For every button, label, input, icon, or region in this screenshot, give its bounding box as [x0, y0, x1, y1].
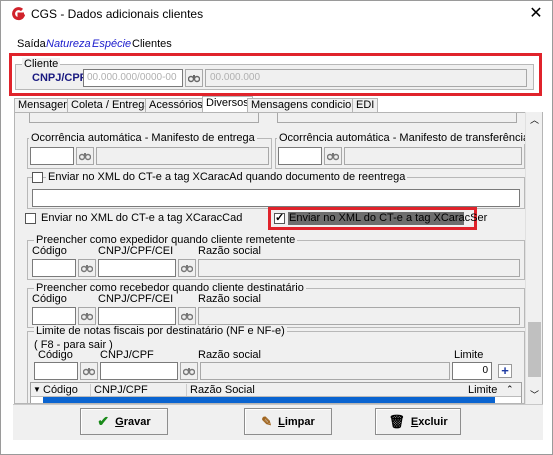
limite-cnpj-lookup[interactable] [180, 362, 198, 380]
tab-acessorios[interactable]: Acessórios [145, 98, 207, 113]
menu-clientes[interactable]: Clientes [132, 38, 172, 50]
ocorrencia-entrega-group: Ocorrência automática - Manifesto de ent… [27, 132, 272, 169]
menu-especie[interactable]: Espécie [92, 38, 131, 50]
ocorrencia-transferencia-desc [344, 147, 522, 165]
binoculars-icon [181, 313, 193, 321]
grid-col-razao[interactable]: Razão Social [186, 384, 255, 396]
xml-caracser-label[interactable]: Enviar no XML do CT-e a tag XCaracSer [289, 212, 487, 224]
expedidor-razao-label: Razão social [198, 245, 261, 257]
binoculars-icon [81, 313, 93, 321]
table-row[interactable] [43, 397, 495, 403]
expedidor-cnpj-field[interactable] [98, 259, 176, 277]
menu-bar: Saída Natureza Espécie Clientes [1, 38, 552, 54]
gravar-button[interactable]: ✔ Gravar [80, 408, 168, 435]
menu-natureza[interactable]: Natureza [46, 38, 91, 50]
limite-razao-field [200, 362, 450, 380]
cnpj-label: CNPJ/CPF [32, 72, 87, 84]
ocorrencia-entrega-code[interactable] [30, 147, 74, 165]
expedidor-razao-field [198, 259, 520, 277]
scroll-down-icon[interactable]: ﹀ [526, 387, 543, 404]
trash-icon: 🗑 [388, 413, 405, 429]
cut-off-field-left [29, 113, 259, 123]
limite-codigo-field[interactable] [34, 362, 78, 380]
cnpj-lookup-button[interactable] [185, 69, 203, 87]
expedidor-codigo-lookup[interactable] [78, 259, 96, 277]
expedidor-cnpj-label: CNPJ/CPF/CEI [98, 245, 174, 257]
xml-caracser-checkbox[interactable] [274, 211, 285, 224]
grid-scroll-up-icon[interactable]: ⌃ [506, 384, 514, 395]
recebedor-codigo-field[interactable] [32, 307, 76, 325]
title-bar: CGS - Dados adicionais clientes ✕ [1, 1, 552, 27]
ocorrencia-transferencia-code[interactable] [278, 147, 322, 165]
ocorrencia-transferencia-group: Ocorrência automática - Manifesto de tra… [275, 132, 532, 169]
limite-value-label: Limite [454, 349, 484, 361]
recebedor-cnpj-field[interactable] [98, 307, 176, 325]
grid-col-codigo[interactable]: Código [43, 384, 78, 396]
recebedor-codigo-lookup[interactable] [78, 307, 96, 325]
recebedor-cnpj-lookup[interactable] [178, 307, 196, 325]
cliente-name-field: 00.000.000 [205, 69, 527, 87]
xml-caraccad-checkbox[interactable] [25, 213, 36, 224]
limite-codigo-label: Código [38, 349, 73, 361]
close-button[interactable]: ✕ [524, 3, 548, 25]
tab-edi[interactable]: EDI [352, 98, 379, 113]
recebedor-razao-label: Razão social [198, 293, 261, 305]
cnpj-field[interactable]: 00.000.000/0000-00 [83, 69, 183, 87]
limite-cnpj-field[interactable] [100, 362, 178, 380]
limite-codigo-lookup[interactable] [80, 362, 98, 380]
binoculars-icon [83, 368, 95, 376]
cut-off-field-right [277, 113, 517, 123]
binoculars-icon [327, 153, 339, 161]
tab-diversos[interactable]: Diversos [202, 96, 253, 113]
broom-icon: ✎ [261, 413, 273, 429]
limite-group: Limite de notas fiscais por destinatário… [27, 325, 525, 403]
recebedor-cnpj-label: CNPJ/CPF/CEI [98, 293, 174, 305]
limite-cnpj-label: CNPJ/CPF [100, 349, 154, 361]
expedidor-group: Preencher como expedidor quando cliente … [27, 234, 525, 280]
limite-razao-label: Razão social [198, 349, 261, 361]
ocorrencia-entrega-desc [96, 147, 269, 165]
limite-group-title: Limite de notas fiscais por destinatário… [34, 325, 287, 337]
xml-reentrega-group: Enviar no XML do CT-e a tag XCaracAd qua… [27, 171, 525, 209]
binoculars-icon [183, 368, 195, 376]
limpar-button[interactable]: ✎ Limpar [244, 408, 332, 435]
diversos-panel: Ocorrência automática - Manifesto de ent… [14, 112, 543, 404]
recebedor-razao-field [198, 307, 520, 325]
expedidor-codigo-field[interactable] [32, 259, 76, 277]
binoculars-icon [79, 153, 91, 161]
binoculars-icon [188, 75, 200, 83]
ocorrencia-transferencia-title: Ocorrência automática - Manifesto de tra… [277, 132, 532, 144]
expedidor-codigo-label: Código [32, 245, 67, 257]
xml-reentrega-checkbox[interactable] [32, 172, 43, 183]
recebedor-codigo-label: Código [32, 293, 67, 305]
app-logo-icon [12, 7, 25, 21]
grid-col-cnpj[interactable]: CNPJ/CPF [90, 384, 148, 396]
grid-row-indicator-icon: ▼ [33, 385, 41, 394]
limite-grid-header: ▼ Código CNPJ/CPF Razão Social Limite ⌃ [31, 383, 521, 397]
expedidor-cnpj-lookup[interactable] [178, 259, 196, 277]
ocorrencia-entrega-title: Ocorrência automática - Manifesto de ent… [29, 132, 257, 144]
limite-value-field[interactable]: 0 [452, 362, 492, 380]
window-title: CGS - Dados adicionais clientes [31, 7, 204, 21]
grid-col-limite[interactable]: Limite [468, 384, 497, 396]
recebedor-group: Preencher como recebedor quando cliente … [27, 282, 525, 328]
cliente-group: Cliente CNPJ/CPF 00.000.000/0000-00 00.0… [15, 58, 534, 90]
xml-caraccad-label: Enviar no XML do CT-e a tag XCaracCad [41, 212, 243, 224]
binoculars-icon [181, 265, 193, 273]
cliente-group-title: Cliente [22, 58, 61, 70]
vertical-scrollbar[interactable]: ︿ ﹀ [525, 112, 542, 404]
ocorrencia-entrega-lookup[interactable] [76, 147, 94, 165]
excluir-button[interactable]: 🗑 Excluir [375, 408, 461, 435]
ocorrencia-transferencia-lookup[interactable] [324, 147, 342, 165]
binoculars-icon [81, 265, 93, 273]
scrollbar-thumb[interactable] [528, 322, 541, 377]
add-limite-button[interactable]: + [498, 364, 512, 378]
tab-coleta-entrega[interactable]: Coleta / Entrega [67, 98, 155, 113]
xml-reentrega-label: Enviar no XML do CT-e a tag XCaracAd qua… [46, 171, 408, 183]
check-icon: ✔ [97, 413, 110, 429]
scroll-up-icon[interactable]: ︿ [526, 112, 543, 129]
xml-reentrega-text[interactable] [32, 189, 520, 207]
menu-saida[interactable]: Saída [17, 38, 46, 50]
limite-grid: ▼ Código CNPJ/CPF Razão Social Limite ⌃ [30, 382, 522, 403]
